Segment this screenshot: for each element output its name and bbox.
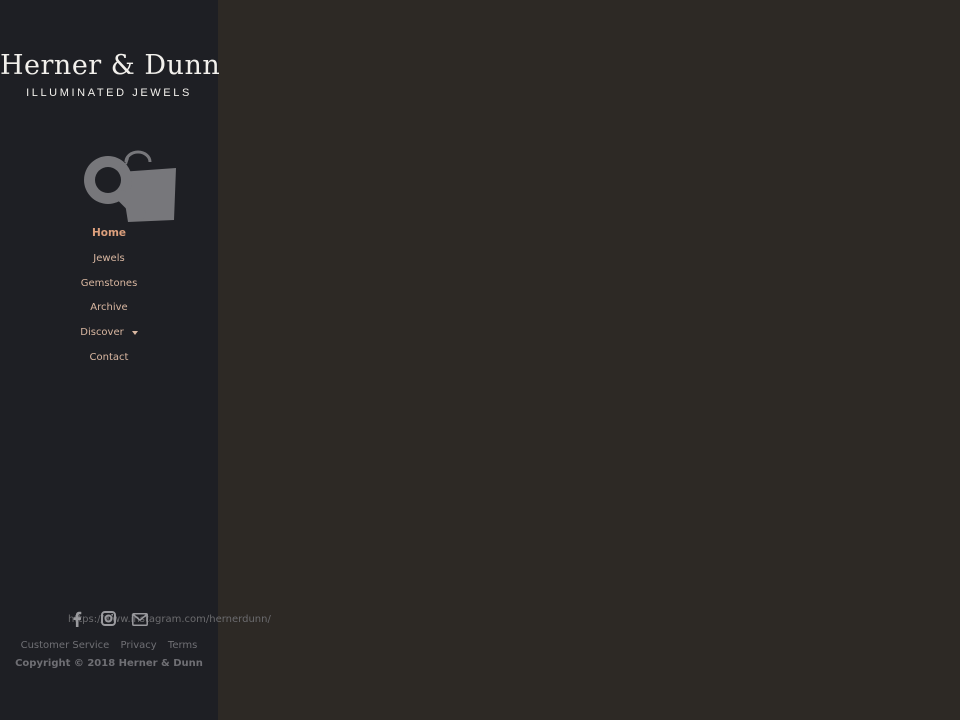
footer-link-customer-service[interactable]: Customer Service [21, 640, 110, 651]
nav-link-gemstones[interactable]: Gemstones [81, 275, 138, 292]
nav-link-jewels[interactable]: Jewels [93, 250, 124, 267]
facebook-icon[interactable] [72, 611, 82, 631]
nav-item-archive: Archive [0, 296, 218, 321]
instagram-icon[interactable] [101, 611, 116, 630]
nav-item-home: Home [0, 222, 218, 247]
footer-link-terms[interactable]: Terms [168, 640, 197, 651]
nav-item-gemstones: Gemstones [0, 272, 218, 297]
copyright-text: Copyright © 2018 Herner & Dunn [15, 658, 203, 669]
main-nav: Home Jewels Gemstones Archive Discover C… [0, 222, 218, 371]
caret-down-icon [131, 330, 138, 335]
nav-link-contact[interactable]: Contact [90, 349, 129, 366]
mail-icon[interactable] [132, 611, 148, 630]
nav-link-archive[interactable]: Archive [90, 299, 127, 316]
brand-logo[interactable]: Herner & Dunn ILLUMINATED JEWELS [0, 50, 221, 100]
nav-item-discover: Discover [0, 321, 218, 346]
main-content-area [218, 0, 960, 720]
search-bag-icon[interactable] [82, 150, 178, 226]
social-links: https://www.instagram.com/hernerdunn/ [0, 608, 271, 631]
nav-link-discover-label: Discover [80, 327, 124, 339]
nav-item-jewels: Jewels [0, 247, 218, 272]
nav-link-home[interactable]: Home [92, 225, 126, 242]
nav-link-discover[interactable]: Discover [80, 324, 138, 341]
brand-tagline: ILLUMINATED JEWELS [26, 87, 192, 99]
footer-links: Customer Service Privacy Terms [0, 640, 218, 651]
sidebar: Herner & Dunn ILLUMINATED JEWELS Home Je… [0, 0, 271, 720]
nav-item-contact: Contact [0, 346, 218, 371]
brand-name: Herner & Dunn [0, 50, 221, 81]
footer-link-privacy[interactable]: Privacy [121, 640, 157, 651]
